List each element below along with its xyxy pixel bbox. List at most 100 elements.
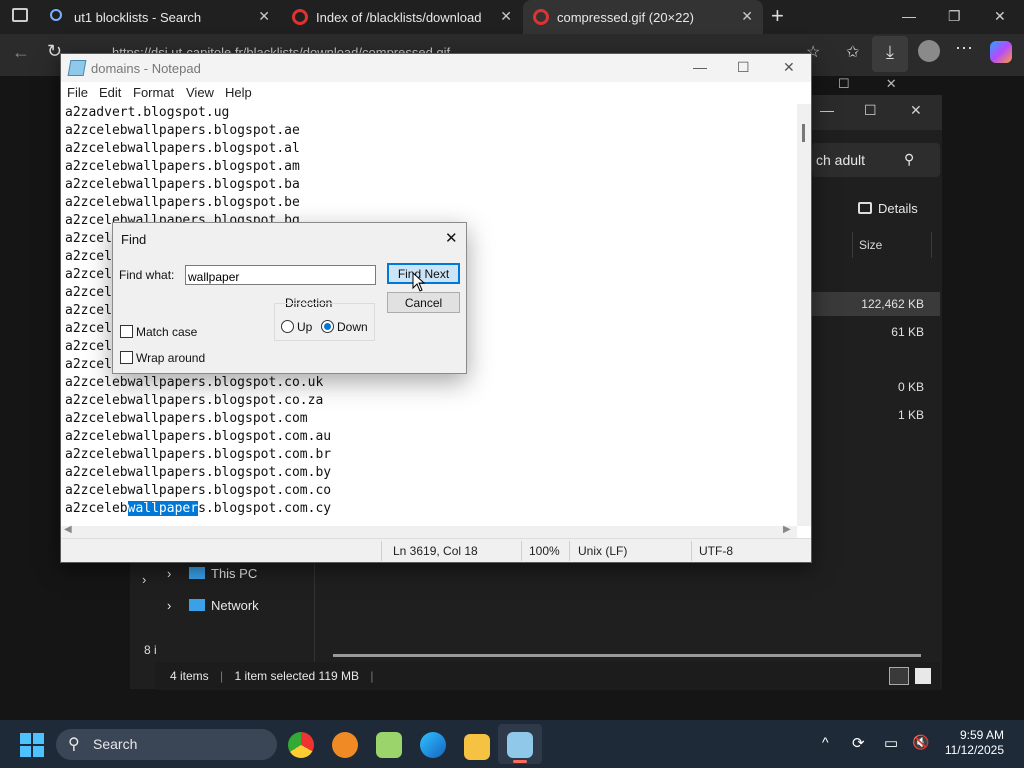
close-tab-icon[interactable]: ✕ — [500, 8, 512, 25]
expand-chevron-icon[interactable]: › — [142, 572, 146, 587]
restore-icon[interactable]: ❐ — [948, 8, 961, 25]
text-line: a2zcelebwallpapers.blogspot.com — [65, 411, 308, 426]
tab-label: Index of /blacklists/download — [316, 9, 482, 25]
details-button[interactable]: Details — [858, 201, 918, 216]
left-item-count: 8 i — [144, 643, 157, 657]
direction-down-label[interactable]: Down — [337, 320, 368, 334]
maximize-icon[interactable]: ☐ — [864, 102, 877, 119]
details-pane-icon — [858, 202, 872, 214]
taskbar-clock[interactable]: 9:59 AM 11/12/2025 — [936, 728, 1004, 758]
direction-up-radio[interactable] — [281, 320, 294, 333]
item-count: 4 items — [170, 669, 209, 683]
close-window-icon[interactable]: ✕ — [910, 102, 922, 119]
expand-chevron-icon[interactable]: › — [167, 598, 171, 613]
tab-label: compressed.gif (20×22) — [557, 9, 694, 25]
windows-logo-icon — [20, 733, 44, 757]
vertical-scrollbar[interactable] — [797, 104, 811, 526]
chrome-app-icon[interactable] — [288, 732, 314, 758]
notepad-title-bar: domains - Notepad — ☐ ✕ — [61, 54, 811, 82]
tab-actions-icon[interactable] — [12, 8, 28, 22]
browser-tab-search[interactable]: ut1 blocklists - Search ✕ — [40, 0, 280, 34]
favorites-icon[interactable]: ✩ — [846, 42, 859, 62]
minimize-icon[interactable]: — — [693, 59, 707, 75]
minimize-icon[interactable]: — — [902, 8, 916, 24]
more-menu-icon[interactable]: ⋯ — [955, 38, 973, 59]
direction-down-radio[interactable] — [321, 320, 334, 333]
file-size: 0 KB — [897, 380, 924, 394]
status-separator: | — [370, 669, 374, 683]
menu-format[interactable]: Format — [133, 85, 174, 100]
vlc-app-icon[interactable] — [332, 732, 358, 758]
text-line: a2zcelebwallpapers.blogspot.co.uk — [65, 375, 324, 390]
vertical-scroll-thumb[interactable] — [802, 124, 805, 142]
text-after-selection: s.blogspot.com.cy — [198, 501, 332, 516]
menu-file[interactable]: File — [67, 85, 88, 100]
text-line: a2zcelebwallpapers.blogspot.ba — [65, 177, 300, 192]
column-header-size[interactable]: Size — [852, 232, 932, 258]
details-view-icon[interactable] — [889, 667, 909, 685]
menu-edit[interactable]: Edit — [99, 85, 121, 100]
browser-tab-compressed[interactable]: compressed.gif (20×22) ✕ — [523, 0, 763, 34]
nav-item-network[interactable]: Network — [211, 598, 259, 613]
match-case-label[interactable]: Match case — [136, 325, 197, 339]
explorer-search-input[interactable]: ch adult ⚲ — [812, 143, 940, 177]
details-label: Details — [878, 201, 918, 216]
explorer-status-bar: 4 items | 1 item selected 119 MB | — [155, 662, 940, 690]
copilot-icon[interactable] — [990, 41, 1012, 63]
expand-chevron-icon[interactable]: › — [167, 566, 171, 581]
notepadpp-app-icon[interactable] — [376, 732, 402, 758]
back-icon[interactable]: ← — [12, 42, 30, 63]
file-explorer-app-icon[interactable] — [464, 734, 490, 760]
direction-up-label[interactable]: Up — [297, 320, 312, 334]
text-line: a2zcelebwallpapers.blogspot.be — [65, 195, 300, 210]
text-line: a2zadvert.blogspot.ug — [65, 105, 230, 120]
start-button[interactable] — [20, 733, 44, 757]
close-dialog-icon[interactable]: ✕ — [445, 229, 458, 247]
downloads-icon[interactable]: ⤓ — [872, 36, 908, 72]
horizontal-scrollbar[interactable]: ◀ ▶ — [61, 524, 797, 538]
text-line: a2zcelebwallpapers.blogspot.am — [65, 159, 300, 174]
explorer-scrollbar[interactable] — [333, 654, 921, 657]
find-what-input[interactable] — [185, 265, 376, 285]
notepad-menu-bar: File Edit Format View Help — [61, 82, 811, 104]
show-hidden-icons[interactable]: ^ — [822, 734, 829, 750]
cursor-position: Ln 3619, Col 18 — [393, 544, 478, 558]
wrap-around-label[interactable]: Wrap around — [136, 351, 205, 365]
browser-tab-index[interactable]: Index of /blacklists/download ✕ — [282, 0, 522, 34]
search-icon[interactable]: ⚲ — [904, 151, 914, 168]
search-icon — [50, 9, 62, 21]
sync-icon[interactable]: ⟳ — [852, 734, 865, 752]
text-line-with-selection: a2zcelebwallpapers.blogspot.com.cy — [65, 500, 799, 518]
display-icon[interactable]: ▭ — [884, 734, 898, 752]
text-line: a2zcelebwallpapers.blogspot.co.za — [65, 393, 324, 408]
large-icons-view-icon[interactable] — [915, 668, 931, 684]
nav-item-this-pc[interactable]: This PC — [211, 566, 257, 581]
active-indicator — [513, 760, 527, 763]
new-tab-button[interactable]: + — [771, 3, 784, 29]
profile-avatar[interactable] — [918, 40, 940, 62]
edge-app-icon[interactable] — [420, 732, 446, 758]
close-window-icon[interactable]: ✕ — [783, 59, 795, 76]
close-tab-icon[interactable]: ✕ — [258, 8, 270, 25]
file-size: 1 KB — [897, 408, 924, 422]
wrap-around-checkbox[interactable] — [120, 351, 133, 364]
taskbar-search[interactable]: ⚲ Search — [56, 729, 277, 760]
text-line: a2zcelebwallpapers.blogspot.com.co — [65, 483, 332, 498]
maximize-icon[interactable]: ☐ — [737, 59, 750, 76]
menu-help[interactable]: Help — [225, 85, 252, 100]
network-icon — [189, 599, 205, 611]
close-tab-icon[interactable]: ✕ — [741, 8, 753, 25]
close-window-icon[interactable]: ✕ — [994, 8, 1006, 25]
file-size: 122,462 KB — [861, 297, 924, 311]
volume-muted-icon[interactable]: 🔇 — [912, 734, 929, 751]
file-size: 61 KB — [891, 325, 924, 339]
cancel-button[interactable]: Cancel — [387, 292, 460, 313]
notepad-app-active[interactable] — [498, 724, 542, 764]
notepad-status-bar: Ln 3619, Col 18 100% Unix (LF) UTF-8 — [61, 538, 811, 562]
clock-date: 11/12/2025 — [944, 743, 1004, 757]
match-case-checkbox[interactable] — [120, 325, 133, 338]
minimize-icon[interactable]: — — [820, 102, 834, 118]
menu-view[interactable]: View — [186, 85, 214, 100]
scroll-left-icon[interactable]: ◀ — [64, 524, 72, 535]
scroll-right-icon[interactable]: ▶ — [783, 524, 791, 535]
